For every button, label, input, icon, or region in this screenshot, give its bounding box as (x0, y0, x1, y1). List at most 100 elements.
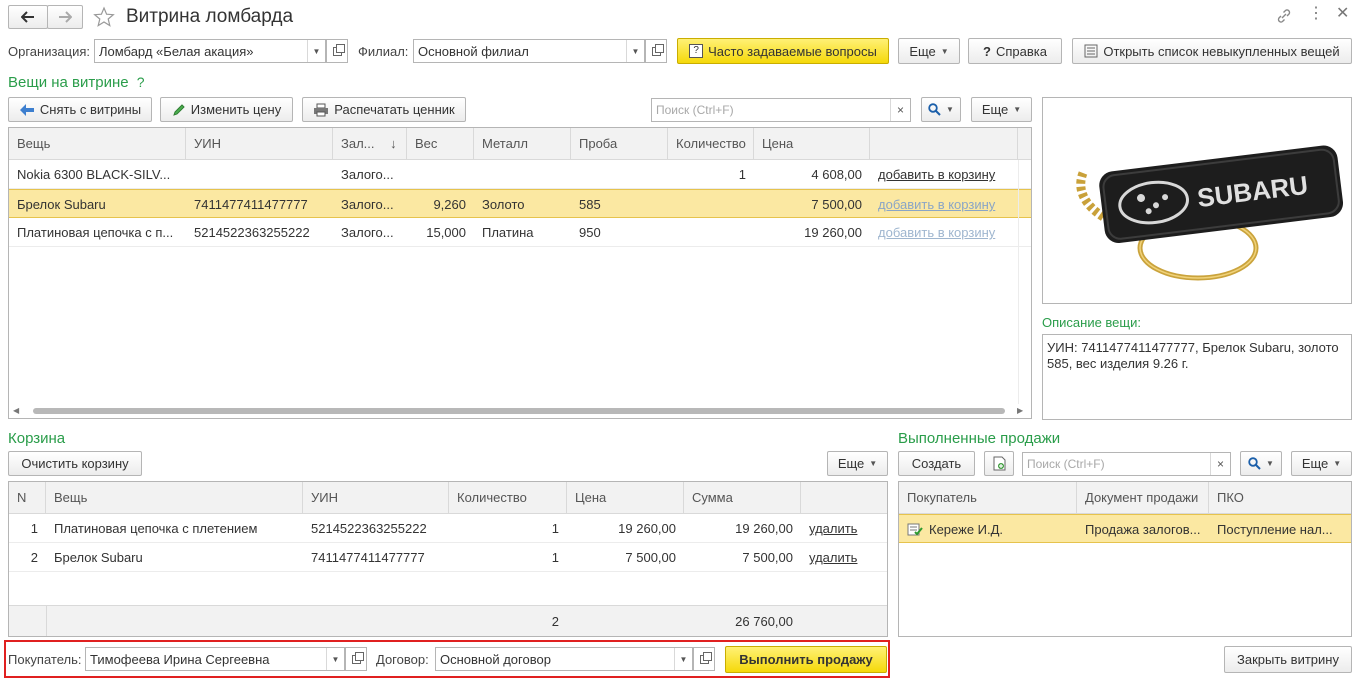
add-to-cart-link[interactable]: добавить в корзину (870, 160, 1018, 189)
showcase-search-button[interactable]: ▼ (921, 97, 961, 122)
buyer-field[interactable]: Тимофеева Ирина Сергеевна ▼ (85, 647, 345, 671)
table-header: Вещь УИН Зал... ↓ Вес Металл Проба Колич… (9, 128, 1031, 160)
create-sale-button[interactable]: Создать (898, 451, 975, 476)
keychain-image: SUBARU (1076, 145, 1344, 281)
cart-title: Корзина (8, 430, 66, 447)
buyer-label: Покупатель: (8, 652, 82, 667)
open-window-icon (332, 43, 345, 56)
close-showcase-button[interactable]: Закрыть витрину (1224, 646, 1352, 673)
buyer-open-button[interactable] (345, 647, 367, 671)
org-field[interactable]: Ломбард «Белая акация» ▼ (94, 39, 326, 63)
column-header[interactable]: Сумма (684, 482, 801, 514)
help-icon: ? (983, 43, 991, 59)
caret-down-icon: ▼ (1266, 459, 1274, 468)
column-header[interactable]: Вещь (9, 128, 186, 160)
sort-arrow-icon: ↓ (390, 136, 397, 151)
table-row[interactable]: 1 Платиновая цепочка с плетением 5214522… (9, 514, 887, 543)
column-header[interactable]: Покупатель (899, 482, 1077, 514)
favorite-star-icon[interactable] (93, 6, 115, 28)
branch-open-button[interactable] (645, 39, 667, 63)
chevron-down-icon[interactable]: ▼ (326, 648, 344, 670)
column-header[interactable]: УИН (186, 128, 333, 160)
column-header[interactable]: Цена (754, 128, 870, 160)
remove-from-showcase-button[interactable]: Снять с витрины (8, 97, 152, 122)
magnifier-icon (928, 103, 941, 116)
add-to-cart-link[interactable]: добавить в корзину (870, 190, 1018, 219)
top-more-button[interactable]: Еще ▼ (898, 38, 960, 64)
showcase-search-input[interactable]: Поиск (Ctrl+F) × (651, 98, 911, 122)
column-header[interactable]: ПКО (1209, 482, 1351, 514)
clear-search-icon[interactable]: × (1210, 453, 1230, 475)
delete-link[interactable]: удалить (801, 514, 887, 543)
contract-open-button[interactable] (693, 647, 715, 671)
scroll-left-icon[interactable]: ◀ (13, 406, 19, 415)
chevron-down-icon[interactable]: ▼ (626, 40, 644, 62)
change-price-button[interactable]: Изменить цену (160, 97, 293, 122)
table-row[interactable]: Брелок Subaru 7411477411477777 Залого...… (9, 189, 1031, 218)
pencil-icon (172, 103, 185, 116)
column-header[interactable]: Вес (407, 128, 474, 160)
contract-label: Договор: (376, 652, 429, 667)
table-header: Покупатель Документ продажи ПКО (899, 482, 1351, 514)
chevron-down-icon[interactable]: ▼ (674, 648, 692, 670)
item-image: SUBARU (1042, 97, 1352, 304)
column-header[interactable]: Количество (449, 482, 567, 514)
link-icon[interactable] (1276, 8, 1292, 24)
scroll-right-icon[interactable]: ▶ (1017, 406, 1023, 415)
sales-search-input[interactable]: Поиск (Ctrl+F) × (1022, 452, 1231, 476)
caret-down-icon: ▼ (946, 105, 954, 114)
sales-search-button[interactable]: ▼ (1240, 451, 1282, 476)
sales-document-button[interactable] (984, 451, 1014, 476)
caret-down-icon: ▼ (940, 46, 949, 56)
horizontal-scrollbar[interactable]: ◀ ▶ (9, 404, 1031, 418)
total-sum: 26 760,00 (735, 614, 793, 629)
delete-link[interactable]: удалить (801, 543, 887, 572)
open-window-icon (651, 43, 664, 56)
caret-down-icon: ▼ (869, 459, 878, 468)
table-row[interactable]: Платиновая цепочка с п... 52145223632552… (9, 218, 1031, 247)
column-header[interactable]: Зал... ↓ (333, 128, 407, 160)
magnifier-icon (1248, 457, 1261, 470)
window-title: Витрина ломбарда (126, 6, 294, 27)
forward-button[interactable] (47, 5, 83, 29)
contract-field[interactable]: Основной договор ▼ (435, 647, 693, 671)
chevron-down-icon[interactable]: ▼ (307, 40, 325, 62)
column-header[interactable]: УИН (303, 482, 449, 514)
cart-more-button[interactable]: Еще ▼ (827, 451, 888, 476)
showcase-help-link[interactable]: ? (137, 74, 145, 90)
document-add-icon (993, 456, 1005, 471)
table-row[interactable]: Nokia 6300 BLACK-SILV... Залого... 1 4 6… (9, 160, 1031, 189)
help-button[interactable]: ? Справка (968, 38, 1062, 64)
branch-field[interactable]: Основной филиал ▼ (413, 39, 645, 63)
org-open-button[interactable] (326, 39, 348, 63)
menu-dots-icon[interactable]: ⋮ (1308, 4, 1324, 24)
scroll-thumb[interactable] (33, 408, 1005, 414)
back-button[interactable] (8, 5, 48, 29)
column-header[interactable]: N (9, 482, 46, 514)
column-header[interactable]: Цена (567, 482, 684, 514)
question-icon: ? (689, 44, 704, 58)
list-icon (1084, 44, 1098, 58)
add-to-cart-link[interactable]: добавить в корзину (870, 218, 1018, 247)
column-header (801, 482, 887, 514)
table-row[interactable]: Кереже И.Д. Продажа залогов... Поступлен… (899, 514, 1351, 543)
column-header[interactable]: Документ продажи (1077, 482, 1209, 514)
open-window-icon (351, 651, 364, 664)
clear-cart-button[interactable]: Очистить корзину (8, 451, 142, 476)
caret-down-icon: ▼ (1013, 105, 1022, 114)
close-icon[interactable]: ✕ (1336, 4, 1349, 24)
column-header[interactable]: Вещь (46, 482, 303, 514)
sales-more-button[interactable]: Еще ▼ (1291, 451, 1352, 476)
column-header[interactable]: Проба (571, 128, 668, 160)
faq-button[interactable]: ? Часто задаваемые вопросы (677, 38, 889, 64)
open-unredeemed-list-button[interactable]: Открыть список невыкупленных вещей (1072, 38, 1352, 64)
showcase-more-button[interactable]: Еще ▼ (971, 97, 1032, 122)
showcase-table: Вещь УИН Зал... ↓ Вес Металл Проба Колич… (8, 127, 1032, 419)
table-row[interactable]: 2 Брелок Subaru 7411477411477777 1 7 500… (9, 543, 887, 572)
vertical-scroll-strip[interactable] (1018, 160, 1031, 404)
execute-sale-button[interactable]: Выполнить продажу (725, 646, 887, 673)
print-price-tag-button[interactable]: Распечатать ценник (302, 97, 466, 122)
column-header[interactable]: Количество (668, 128, 754, 160)
column-header[interactable]: Металл (474, 128, 571, 160)
clear-search-icon[interactable]: × (890, 99, 910, 121)
